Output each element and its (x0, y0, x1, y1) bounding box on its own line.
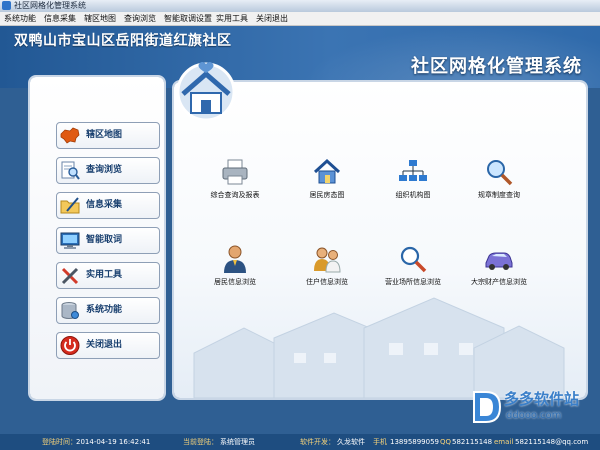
tile-label: 居民信息浏览 (214, 278, 256, 286)
menu-exit[interactable]: 关闭退出 (256, 12, 288, 25)
printer-icon (222, 159, 248, 185)
developer: 久龙软件 (337, 438, 365, 446)
watermark-logo-icon (473, 391, 502, 423)
email-label: email (494, 438, 514, 446)
app-icon (2, 1, 11, 10)
china-map-icon (60, 127, 80, 144)
power-icon (60, 336, 80, 355)
tile-report[interactable]: 综合查询及报表 (192, 157, 278, 207)
tile-label: 规章制度查询 (478, 191, 520, 199)
app-window: 社区网格化管理系统 系统功能 信息采集 辖区地图 查询浏览 智能取调设置 实用工… (0, 0, 600, 450)
menu-bar: 系统功能 信息采集 辖区地图 查询浏览 智能取调设置 实用工具 关闭退出 (0, 12, 600, 26)
nav-button-browse[interactable]: 查询浏览 (56, 157, 160, 184)
watermark: 多多软件站 ddooo.com (470, 386, 598, 430)
tile-label: 营业场所信息浏览 (385, 278, 441, 286)
nav-button-exit[interactable]: 关闭退出 (56, 332, 160, 359)
family-icon (314, 247, 341, 273)
tile-property[interactable]: 大宗财产信息浏览 (456, 244, 542, 294)
current-user-label: 当前登陆： (183, 438, 218, 446)
tile-rules[interactable]: 规章制度查询 (456, 157, 542, 207)
tile-business[interactable]: 营业场所信息浏览 (370, 244, 456, 294)
main-panel: 综合查询及报表 居民房态图 组织机构图 规章制度查询 居民信息浏览 住户信息浏览… (174, 82, 586, 398)
org-chart-icon (399, 160, 427, 181)
tile-residents[interactable]: 居民信息浏览 (192, 244, 278, 294)
nav-button-collect[interactable]: 信息采集 (56, 192, 160, 219)
window-title: 社区网格化管理系统 (14, 1, 86, 10)
nav-label-collect: 信息采集 (86, 200, 123, 210)
menu-settings[interactable]: 智能取调设置 (164, 12, 212, 25)
person-icon (224, 245, 246, 273)
tile-label: 住户信息浏览 (306, 278, 348, 286)
login-time: 2014-04-19 16:42:41 (76, 438, 151, 446)
car-icon (485, 252, 513, 270)
current-user: 系统管理员 (220, 438, 255, 446)
nav-label-map: 辖区地图 (86, 130, 123, 140)
phone: 13895899059 (390, 438, 439, 446)
community-name: 双鸭山市宝山区岳阳街道红旗社区 (14, 33, 232, 49)
nav-button-smart[interactable]: 智能取词 (56, 227, 160, 254)
nav-label-exit: 关闭退出 (86, 340, 123, 350)
tile-label: 综合查询及报表 (210, 191, 260, 199)
tile-label: 大宗财产信息浏览 (471, 278, 527, 286)
nav-label-system: 系统功能 (86, 305, 123, 315)
status-bar: 登陆时间： 2014-04-19 16:42:41 当前登陆： 系统管理员 软件… (0, 434, 600, 450)
menu-system[interactable]: 系统功能 (4, 12, 36, 25)
tile-label: 组织机构图 (395, 191, 431, 199)
phone-label: 手机 (373, 438, 387, 446)
tile-label: 居民房态图 (309, 191, 345, 199)
shop-search-icon (400, 246, 427, 273)
menu-tools[interactable]: 实用工具 (216, 12, 248, 25)
tile-housing[interactable]: 居民房态图 (284, 157, 370, 207)
nav-label-tools: 实用工具 (86, 270, 123, 280)
database-icon (61, 302, 79, 319)
search-icon (487, 160, 513, 186)
menu-map[interactable]: 辖区地图 (84, 12, 116, 25)
menu-collect[interactable]: 信息采集 (44, 12, 76, 25)
qq: 582115148 (452, 438, 493, 446)
system-title: 社区网格化管理系统 (411, 56, 582, 77)
nav-button-tools[interactable]: 实用工具 (56, 262, 160, 289)
nav-panel: 辖区地图 查询浏览 信息采集 智能取词 实用工具 系统功能 关闭退出 (30, 77, 164, 399)
house-icon (313, 158, 341, 184)
nav-label-smart: 智能取词 (86, 235, 123, 245)
qq-label: QQ (440, 438, 452, 446)
watermark-url: ddooo.com (506, 410, 562, 421)
tile-households[interactable]: 住户信息浏览 (284, 244, 370, 294)
house-logo (176, 62, 236, 120)
monitor-icon (60, 232, 80, 249)
menu-browse[interactable]: 查询浏览 (124, 12, 156, 25)
magnifier-document-icon (61, 161, 80, 180)
nav-label-browse: 查询浏览 (86, 165, 123, 175)
login-time-label: 登陆时间： (42, 438, 77, 446)
developer-label: 软件开发： (300, 438, 335, 446)
nav-button-map[interactable]: 辖区地图 (56, 122, 160, 149)
folder-pen-icon (60, 197, 80, 214)
email: 582115148@qq.com (515, 438, 589, 446)
tools-icon (61, 267, 79, 285)
tile-org[interactable]: 组织机构图 (370, 157, 456, 207)
nav-button-system[interactable]: 系统功能 (56, 297, 160, 324)
watermark-name: 多多软件站 (504, 390, 580, 408)
